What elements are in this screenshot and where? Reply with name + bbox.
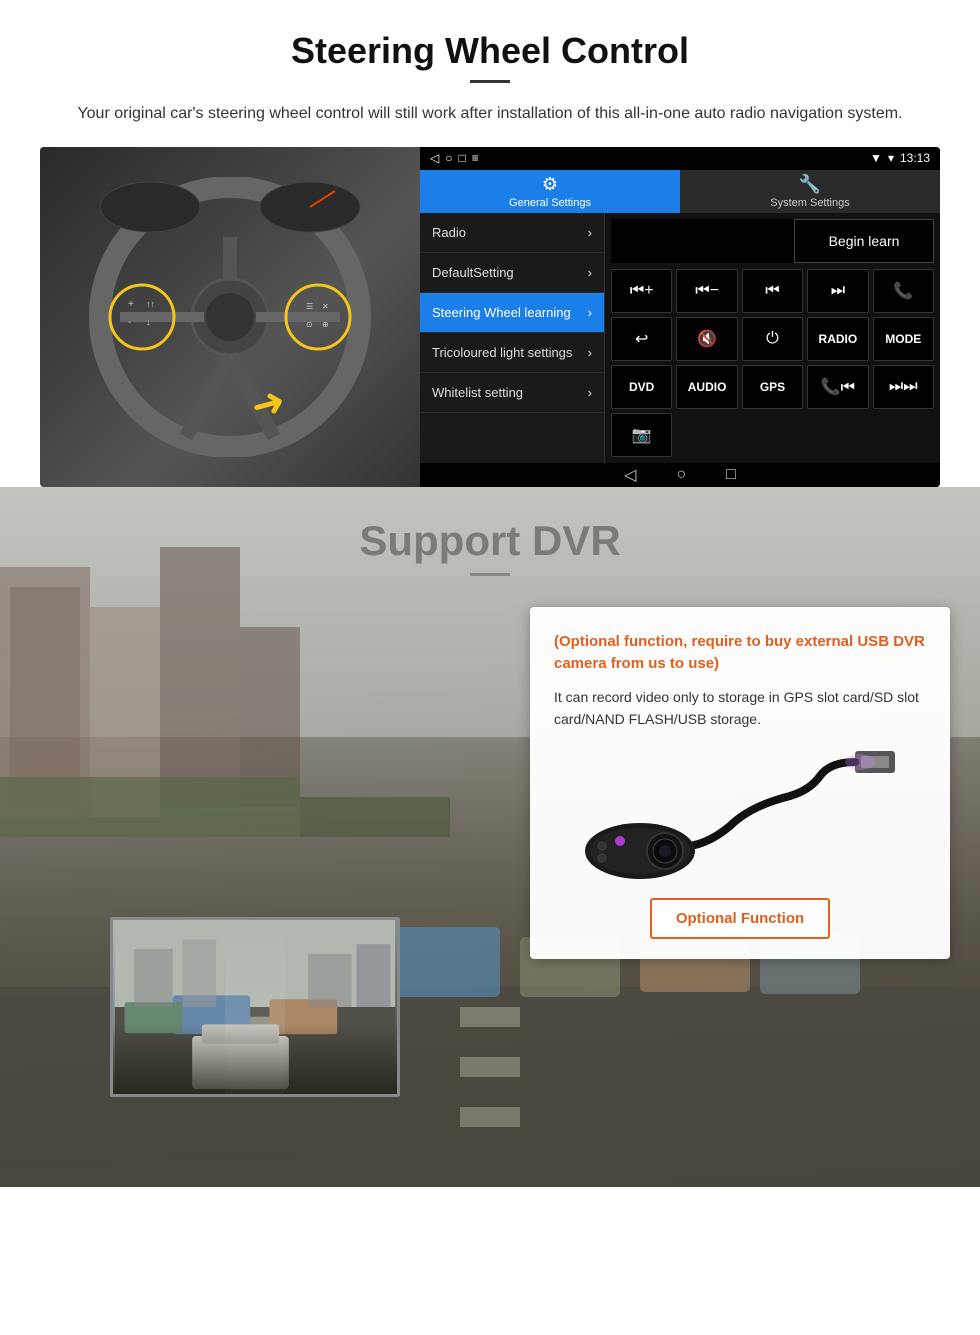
tab-system-label: System Settings — [770, 197, 849, 209]
svg-text:☰: ☰ — [306, 302, 313, 311]
steering-description: Your original car's steering wheel contr… — [40, 101, 940, 127]
dvr-camera-thumbnail — [110, 917, 400, 1097]
dvr-optional-notice: (Optional function, require to buy exter… — [554, 631, 926, 676]
dvr-body-text: It can record video only to storage in G… — [554, 686, 926, 731]
nav-bar-recents[interactable]: □ — [726, 466, 736, 484]
controls-grid-row2: ↩ 🔇 ⏻ RADIO MODE — [611, 317, 934, 361]
ctrl-phone-next[interactable]: ⏭⏭ — [873, 365, 934, 409]
dvr-camera-svg — [570, 746, 910, 886]
ctrl-phone[interactable]: 📞 — [873, 269, 934, 313]
menu-radio-label: Radio — [432, 225, 466, 240]
ctrl-dvd[interactable]: DVD — [611, 365, 672, 409]
nav-back-icon: ◁ — [430, 151, 439, 165]
menu-radio-chevron: › — [588, 225, 592, 240]
menu-tricoloured-label: Tricoloured light settings — [432, 345, 572, 360]
ctrl-vol-down[interactable]: ⏮− — [676, 269, 737, 313]
menu-item-radio[interactable]: Radio › — [420, 213, 604, 253]
controls-grid-row1: ⏮+ ⏮− ⏮ ⏭ 📞 — [611, 269, 934, 313]
android-nav-bar: ◁ ○ □ — [420, 463, 940, 486]
menu-item-steering-wheel[interactable]: Steering Wheel learning › — [420, 293, 604, 333]
svg-text:↓: ↓ — [146, 317, 151, 327]
controls-grid-row3: DVD AUDIO GPS 📞⏮ ⏭⏭ — [611, 365, 934, 409]
optional-function-button[interactable]: Optional Function — [650, 898, 830, 939]
controls-column: Begin learn ⏮+ ⏮− ⏮ ⏭ 📞 ↩ 🔇 ⏻ — [605, 213, 940, 463]
nav-bar-back[interactable]: ◁ — [624, 465, 636, 485]
android-statusbar: ◁ ○ □ ≡ ▼ ▾ 13:13 — [420, 147, 940, 170]
menu-item-tricoloured[interactable]: Tricoloured light settings › — [420, 333, 604, 373]
menu-item-whitelist[interactable]: Whitelist setting › — [420, 373, 604, 413]
begin-learn-button[interactable]: Begin learn — [794, 219, 934, 263]
menu-whitelist-chevron: › — [588, 385, 592, 400]
steering-wheel-photo: + - ↑↑ ↓ ☰ ✕ ⊙ ⊕ ➜ — [40, 147, 420, 487]
ctrl-gps[interactable]: GPS — [742, 365, 803, 409]
android-tabs: ⚙ General Settings 🔧 System Settings — [420, 170, 940, 213]
dvr-divider — [470, 573, 510, 576]
dvr-background: Support DVR — [0, 487, 980, 1187]
tab-system-settings[interactable]: 🔧 System Settings — [680, 170, 940, 213]
svg-text:✕: ✕ — [322, 302, 329, 311]
ctrl-prev-track[interactable]: ⏮ — [742, 269, 803, 313]
ctrl-mode[interactable]: MODE — [873, 317, 934, 361]
signal-icon: ▼ — [870, 151, 882, 165]
menu-steering-label: Steering Wheel learning — [432, 305, 571, 320]
wifi-icon: ▾ — [888, 151, 894, 165]
dvr-camera-illustration — [554, 746, 926, 886]
nav-recents-icon: □ — [458, 151, 465, 165]
svg-text:⊙: ⊙ — [306, 320, 313, 329]
begin-learn-row: Begin learn — [611, 219, 934, 263]
title-divider — [470, 80, 510, 83]
menu-steering-chevron: › — [588, 305, 592, 320]
svg-text:+: + — [128, 299, 134, 310]
ctrl-vol-up[interactable]: ⏮+ — [611, 269, 672, 313]
ctrl-mute[interactable]: 🔇 — [676, 317, 737, 361]
dvr-section: Support DVR — [0, 487, 980, 1187]
svg-text:➜: ➜ — [246, 378, 290, 429]
svg-text:-: - — [128, 317, 131, 328]
svg-text:⊕: ⊕ — [322, 320, 329, 329]
ui-screenshot-panel: + - ↑↑ ↓ ☰ ✕ ⊙ ⊕ ➜ ◁ — [40, 147, 940, 487]
svg-text:↑↑: ↑↑ — [146, 299, 155, 309]
ctrl-phone-prev[interactable]: 📞⏮ — [807, 365, 868, 409]
ctrl-next-track[interactable]: ⏭ — [807, 269, 868, 313]
settings-gear-icon: ⚙ — [542, 174, 558, 195]
dvr-info-card: (Optional function, require to buy exter… — [530, 607, 950, 960]
menu-item-default-setting[interactable]: DefaultSetting › — [420, 253, 604, 293]
menu-default-chevron: › — [588, 265, 592, 280]
menu-tricoloured-chevron: › — [588, 345, 592, 360]
android-ui: ◁ ○ □ ≡ ▼ ▾ 13:13 ⚙ General Settings 🔧 S… — [420, 147, 940, 487]
nav-menu-icon: ≡ — [472, 151, 479, 165]
dvr-title-area: Support DVR — [0, 487, 980, 576]
dvr-title: Support DVR — [0, 517, 980, 565]
android-content: Radio › DefaultSetting › Steering Wheel … — [420, 213, 940, 463]
ctrl-camera[interactable]: 📷 — [611, 413, 672, 457]
steering-wheel-svg: + - ↑↑ ↓ ☰ ✕ ⊙ ⊕ ➜ — [70, 177, 390, 457]
menu-column: Radio › DefaultSetting › Steering Wheel … — [420, 213, 605, 463]
nav-bar-home[interactable]: ○ — [676, 466, 686, 484]
controls-grid-row4: 📷 — [611, 413, 934, 457]
steering-section: Steering Wheel Control Your original car… — [0, 0, 980, 487]
ctrl-audio[interactable]: AUDIO — [676, 365, 737, 409]
system-settings-icon: 🔧 — [799, 174, 821, 195]
menu-default-label: DefaultSetting — [432, 265, 514, 280]
menu-whitelist-label: Whitelist setting — [432, 385, 523, 400]
steering-title: Steering Wheel Control — [40, 30, 940, 72]
tab-general-settings[interactable]: ⚙ General Settings — [420, 170, 680, 213]
tab-general-label: General Settings — [509, 197, 591, 209]
ctrl-radio[interactable]: RADIO — [807, 317, 868, 361]
nav-home-icon: ○ — [445, 151, 452, 165]
ctrl-power[interactable]: ⏻ — [742, 317, 803, 361]
ctrl-back[interactable]: ↩ — [611, 317, 672, 361]
status-time: 13:13 — [900, 151, 930, 165]
